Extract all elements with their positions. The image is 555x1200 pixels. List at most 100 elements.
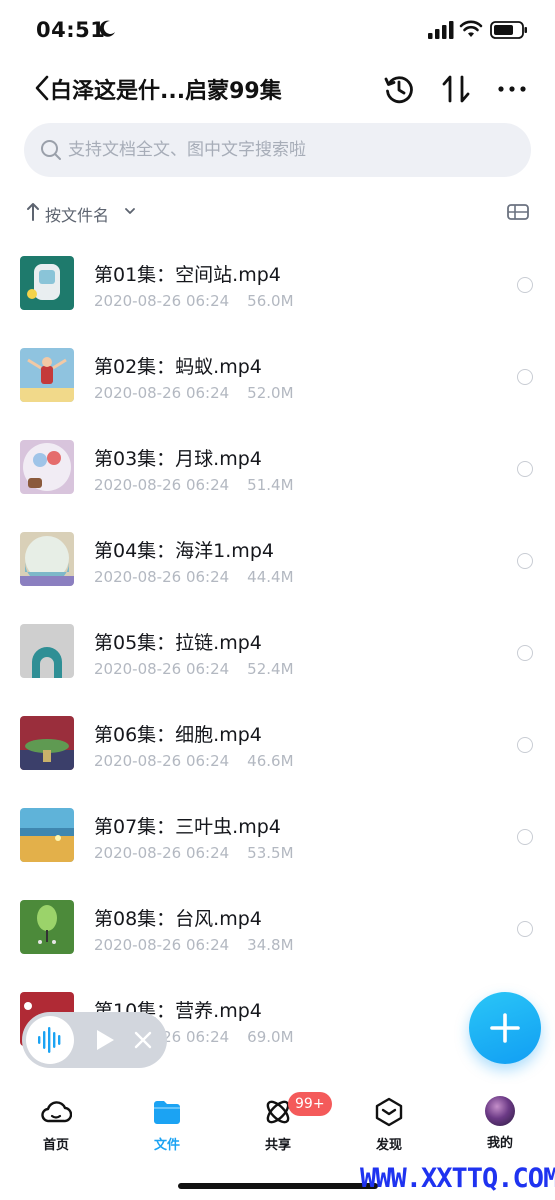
select-radio[interactable] <box>517 369 533 385</box>
file-meta: 2020-08-26 06:24 44.4M <box>94 568 294 586</box>
play-icon[interactable] <box>94 1028 116 1052</box>
nav-home-label: 首页 <box>42 1138 69 1153</box>
home-indicator[interactable] <box>178 1183 378 1189</box>
history-icon[interactable] <box>383 73 415 105</box>
file-row[interactable]: 第06集：细胞.mp4 2020-08-26 06:24 46.6M <box>0 696 555 788</box>
file-size: 51.4M <box>247 476 294 494</box>
file-row[interactable]: 第07集：三叶虫.mp4 2020-08-26 06:24 53.5M <box>0 788 555 880</box>
file-row[interactable]: 第04集：海洋1.mp4 2020-08-26 06:24 44.4M <box>0 512 555 604</box>
search-icon <box>41 140 61 160</box>
audio-wave-icon <box>38 1027 61 1053</box>
video-thumbnail <box>20 440 74 494</box>
cloud-icon <box>41 1101 72 1123</box>
folder-icon <box>154 1101 180 1124</box>
video-thumbnail <box>20 532 74 586</box>
sort-by-name-label[interactable]: 按文件名 <box>45 202 109 226</box>
signal-icon <box>428 21 454 39</box>
battery-icon <box>490 21 527 39</box>
nav-discover[interactable]: 发现 <box>349 1096 429 1156</box>
moon-icon <box>99 20 115 37</box>
page-title: 白泽这是什...启蒙99集 <box>50 79 282 104</box>
file-size: 52.4M <box>247 660 294 678</box>
wifi-icon <box>459 20 483 37</box>
select-radio[interactable] <box>517 829 533 845</box>
file-meta: 2020-08-26 06:24 56.0M <box>94 292 294 310</box>
select-radio[interactable] <box>517 553 533 569</box>
file-name: 第05集：拉链.mp4 <box>94 632 262 654</box>
file-meta: 2020-08-26 06:24 52.4M <box>94 660 294 678</box>
select-radio[interactable] <box>517 645 533 661</box>
file-size: 69.0M <box>247 1028 294 1046</box>
file-size: 46.6M <box>247 752 294 770</box>
file-name: 第01集：空间站.mp4 <box>94 264 281 286</box>
nav-home[interactable]: 首页 <box>16 1096 96 1156</box>
nav-files-label: 文件 <box>153 1138 180 1153</box>
sort-row: 按文件名 <box>26 197 530 229</box>
file-row[interactable]: 第03集：月球.mp4 2020-08-26 06:24 51.4M <box>0 420 555 512</box>
file-meta: 2020-08-26 06:24 53.5M <box>94 844 294 862</box>
file-name: 第07集：三叶虫.mp4 <box>94 816 281 838</box>
file-meta: 2020-08-26 06:24 46.6M <box>94 752 294 770</box>
file-date: 2020-08-26 06:24 <box>94 292 230 310</box>
file-size: 44.4M <box>247 568 294 586</box>
file-name: 第03集：月球.mp4 <box>94 448 262 470</box>
file-size: 52.0M <box>247 384 294 402</box>
file-size: 53.5M <box>247 844 294 862</box>
file-size: 56.0M <box>247 292 294 310</box>
arrow-up-icon[interactable] <box>26 201 40 221</box>
file-name: 第08集：台风.mp4 <box>94 908 262 930</box>
video-thumbnail <box>20 808 74 862</box>
file-date: 2020-08-26 06:24 <box>94 844 230 862</box>
file-date: 2020-08-26 06:24 <box>94 384 230 402</box>
voice-wave-button[interactable] <box>26 1016 74 1064</box>
view-mode-icon[interactable] <box>507 204 529 220</box>
file-meta: 2020-08-26 06:24 52.0M <box>94 384 294 402</box>
file-row[interactable]: 第02集：蚂蚁.mp4 2020-08-26 06:24 52.0M <box>0 328 555 420</box>
file-row[interactable]: 第01集：空间站.mp4 2020-08-26 06:24 56.0M <box>0 236 555 328</box>
close-icon[interactable] <box>132 1029 154 1051</box>
plus-icon <box>490 1013 520 1043</box>
select-radio[interactable] <box>517 277 533 293</box>
cube-icon <box>375 1097 403 1127</box>
video-thumbnail <box>20 256 74 310</box>
add-button[interactable] <box>469 992 541 1064</box>
file-name: 第04集：海洋1.mp4 <box>94 540 274 562</box>
file-date: 2020-08-26 06:24 <box>94 752 230 770</box>
video-thumbnail <box>20 624 74 678</box>
nav-mine[interactable]: 我的 <box>460 1096 540 1156</box>
video-thumbnail <box>20 900 74 954</box>
search-input[interactable] <box>68 123 508 177</box>
avatar <box>485 1096 515 1126</box>
file-row[interactable]: 第08集：台风.mp4 2020-08-26 06:24 34.8M <box>0 880 555 972</box>
nav-mine-label: 我的 <box>486 1136 513 1151</box>
chevron-down-icon[interactable] <box>124 205 136 217</box>
status-bar: 04:51 <box>0 0 555 62</box>
file-name: 第02集：蚂蚁.mp4 <box>94 356 262 378</box>
watermark: WWW.XXTTQ.COM <box>360 1163 555 1194</box>
file-date: 2020-08-26 06:24 <box>94 476 230 494</box>
file-size: 34.8M <box>247 936 294 954</box>
nav-share-label: 共享 <box>264 1138 291 1153</box>
file-date: 2020-08-26 06:24 <box>94 660 230 678</box>
file-name: 第06集：细胞.mp4 <box>94 724 262 746</box>
file-meta: 2020-08-26 06:24 34.8M <box>94 936 294 954</box>
mini-player[interactable] <box>22 1012 167 1068</box>
share-badge: 99+ <box>288 1092 332 1116</box>
more-icon[interactable] <box>496 74 528 104</box>
select-radio[interactable] <box>517 461 533 477</box>
nav-files[interactable]: 文件 <box>127 1096 207 1156</box>
nav-discover-label: 发现 <box>375 1138 402 1153</box>
back-icon[interactable] <box>34 75 50 101</box>
video-thumbnail <box>20 348 74 402</box>
video-thumbnail <box>20 716 74 770</box>
file-date: 2020-08-26 06:24 <box>94 568 230 586</box>
status-time: 04:51 <box>36 18 106 42</box>
sort-order-icon[interactable] <box>440 73 472 105</box>
select-radio[interactable] <box>517 921 533 937</box>
file-row[interactable]: 第05集：拉链.mp4 2020-08-26 06:24 52.4M <box>0 604 555 696</box>
header: 白泽这是什...启蒙99集 <box>0 62 555 118</box>
file-meta: 2020-08-26 06:24 51.4M <box>94 476 294 494</box>
file-date: 2020-08-26 06:24 <box>94 936 230 954</box>
search-bar[interactable] <box>24 123 531 177</box>
select-radio[interactable] <box>517 737 533 753</box>
